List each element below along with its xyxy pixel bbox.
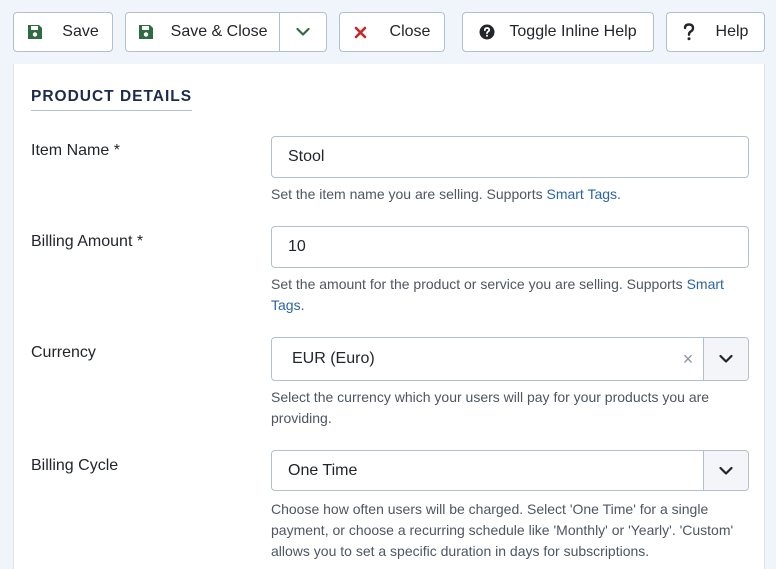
billing-cycle-select[interactable]: One Time (271, 450, 749, 491)
item-name-help-text: Set the item name you are selling. Suppo… (271, 186, 547, 202)
save-button[interactable]: Save (13, 12, 113, 52)
chevron-down-icon (719, 354, 733, 363)
currency-label: Currency (31, 344, 96, 361)
question-mark-icon (683, 23, 694, 41)
item-name-help-period: . (617, 186, 621, 202)
save-close-button[interactable]: Save & Close (126, 13, 279, 51)
section-title: PRODUCT DETAILS (31, 88, 193, 111)
product-details-panel: PRODUCT DETAILS Item Name * Stool Set th… (13, 64, 765, 569)
chevron-down-icon (719, 466, 733, 475)
floppy-disk-icon (28, 25, 43, 39)
item-name-value: Stool (288, 148, 325, 165)
billing-amount-help-text: Set the amount for the product or servic… (271, 276, 687, 292)
chevron-down-icon (296, 27, 310, 36)
question-circle-icon (479, 24, 495, 40)
billing-cycle-dropdown-toggle[interactable] (703, 451, 748, 490)
close-button-label: Close (389, 23, 431, 40)
billing-amount-input[interactable]: 10 (271, 226, 749, 268)
floppy-disk-icon (138, 25, 153, 39)
currency-value: EUR (Euro) (292, 350, 375, 367)
save-options-dropdown-button[interactable] (279, 13, 326, 51)
toolbar: Save Save & Close Close Toggle Inline He… (0, 0, 776, 64)
currency-select[interactable]: EUR (Euro) × (271, 337, 749, 381)
help-button-label: Help (715, 23, 749, 40)
billing-amount-label: Billing Amount * (31, 233, 144, 250)
close-button[interactable]: Close (339, 12, 445, 52)
x-icon (354, 26, 366, 38)
smart-tags-link[interactable]: Smart Tags (546, 186, 617, 202)
toggle-inline-help-button[interactable]: Toggle Inline Help (462, 12, 654, 52)
billing-amount-help-period: . (300, 297, 305, 313)
help-button[interactable]: Help (666, 12, 765, 52)
item-name-input[interactable]: Stool (271, 136, 749, 178)
save-button-label: Save (62, 23, 99, 40)
item-name-label: Item Name * (31, 142, 120, 159)
save-close-label: Save & Close (170, 23, 268, 40)
billing-cycle-help: Choose how often users will be charged. … (271, 501, 734, 559)
currency-help: Select the currency which your users wil… (271, 389, 710, 426)
item-name-help: Set the item name you are selling. Suppo… (271, 184, 749, 205)
billing-amount-help: Set the amount for the product or servic… (271, 274, 749, 316)
billing-cycle-value: One Time (288, 461, 358, 479)
billing-amount-value: 10 (288, 238, 306, 255)
currency-dropdown-toggle[interactable] (703, 338, 748, 380)
save-close-split-button: Save & Close (125, 12, 327, 52)
toggle-inline-help-label: Toggle Inline Help (509, 23, 637, 40)
clear-selection-icon[interactable]: × (673, 349, 703, 370)
billing-cycle-label: Billing Cycle (31, 457, 119, 474)
